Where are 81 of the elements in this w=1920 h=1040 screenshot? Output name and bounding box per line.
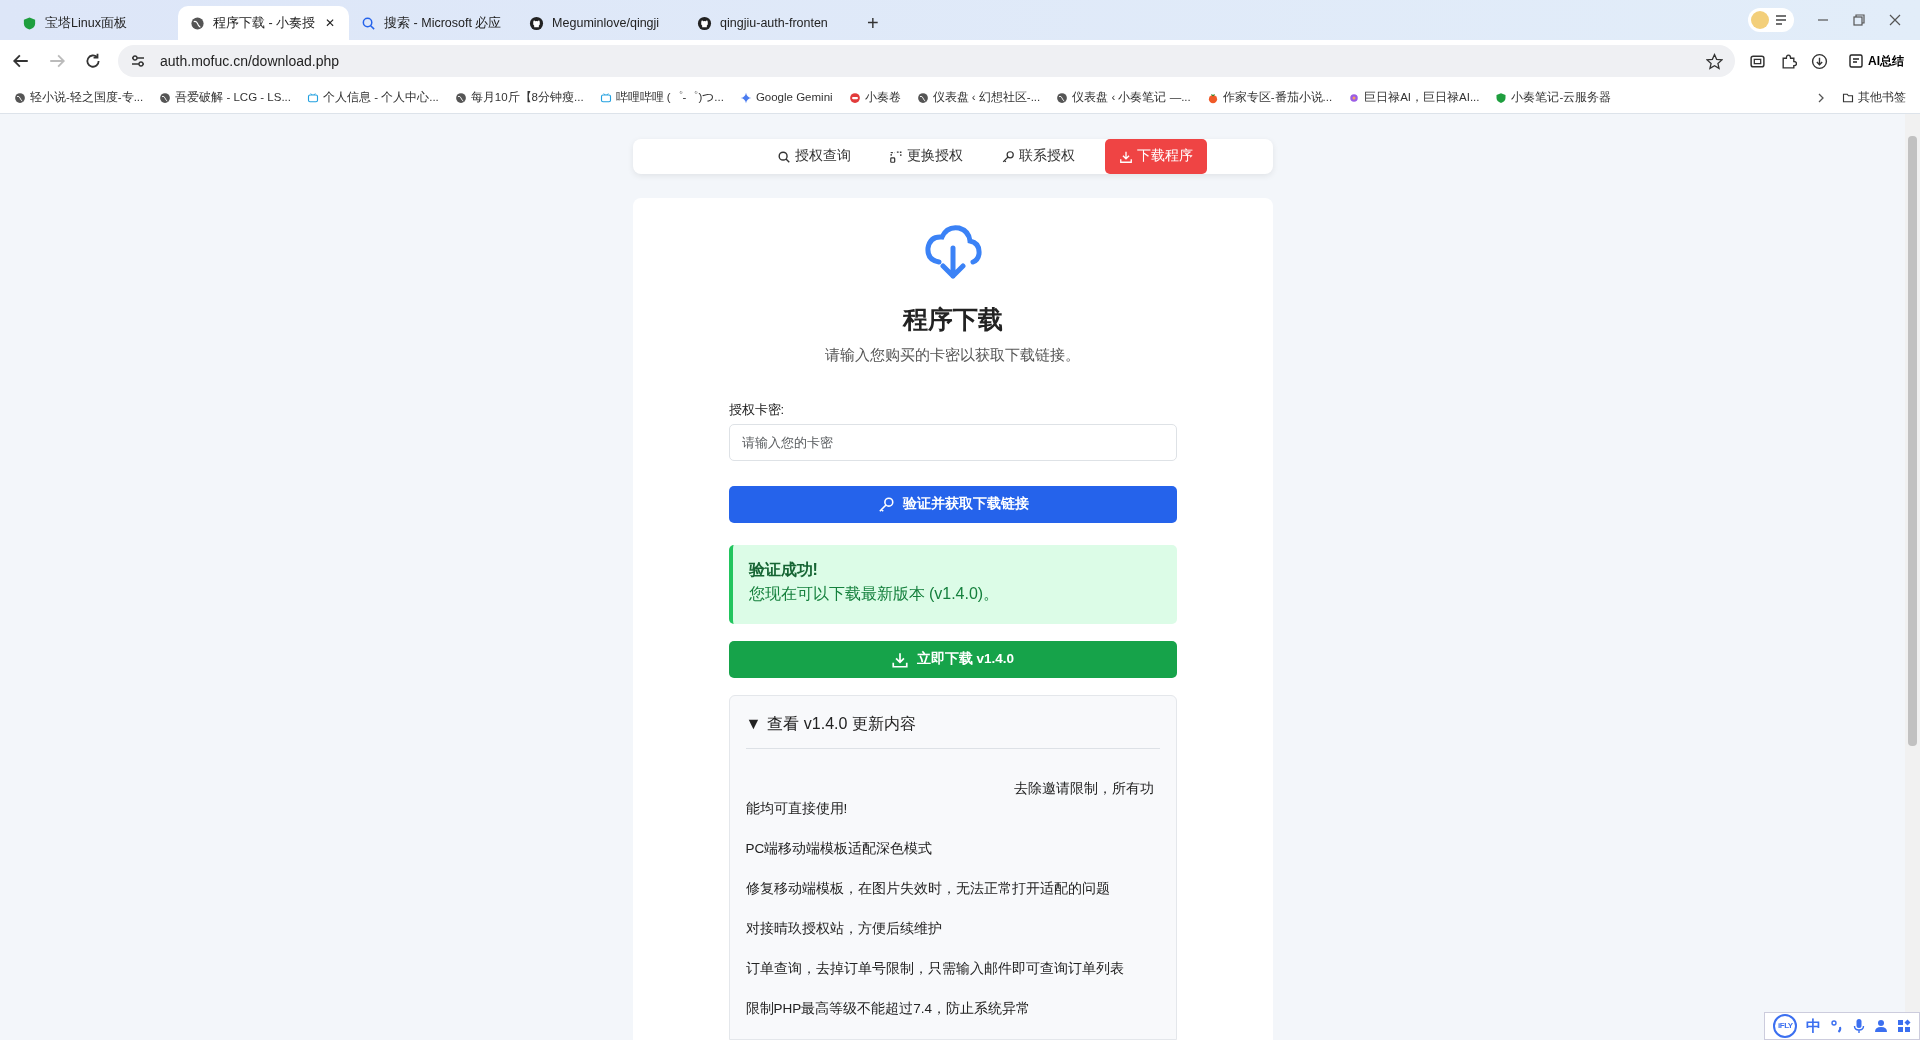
bookmark-item[interactable]: 小奏笔记-云服务器: [1495, 88, 1612, 107]
browser-tab[interactable]: 程序下载 - 小奏授 ✕: [178, 6, 350, 40]
globe-icon: [1056, 91, 1069, 104]
url-text: auth.mofuc.cn/download.php: [160, 51, 340, 71]
person-icon[interactable]: [1873, 1019, 1888, 1033]
changelog-item: 限制PHP最高等级不能超过7.4，防止系统异常: [745, 1000, 1032, 1018]
changelog-item: 订单查询，去掉订单号限制，只需输入邮件即可查询订单列表: [745, 960, 1125, 978]
scrollbar-thumb[interactable]: [1908, 136, 1917, 746]
nav-link[interactable]: 授权查询: [768, 139, 859, 174]
bookmark-item[interactable]: Google Gemini: [739, 88, 833, 107]
grid-icon[interactable]: [1896, 1019, 1911, 1033]
close-tab-button[interactable]: ✕: [323, 14, 338, 32]
folder-icon: [1842, 91, 1854, 104]
browser-tab[interactable]: qingjiu-auth-fronten: [685, 6, 854, 40]
avatar-icon[interactable]: [1748, 8, 1794, 32]
close-icon[interactable]: [1888, 13, 1902, 27]
restore-icon[interactable]: [1852, 13, 1866, 27]
bookmark-item[interactable]: 每月10斤【8分钟瘦...: [454, 88, 584, 107]
flower-icon: [1348, 91, 1361, 104]
page-title: 程序下载: [902, 304, 1003, 334]
search-icon: [361, 15, 377, 31]
bookmark-item[interactable]: 个人信息 - 个人中心...: [307, 88, 439, 107]
browser-tab[interactable]: 宝塔Linux面板: [10, 6, 178, 40]
alert-message: 您现在可以下载最新版本 (v1.4.0)。: [748, 584, 1001, 604]
changelog-item: 修复移动端模板，在图片失效时，无法正常打开适配的问题: [745, 880, 1111, 898]
download-icon: [1118, 149, 1133, 164]
bookmark-item[interactable]: 仪表盘 ‹ 幻想社区-...: [916, 88, 1041, 107]
forward-arrow-icon: [48, 52, 66, 70]
tv-icon: [599, 91, 612, 104]
new-tab-button[interactable]: +: [861, 6, 885, 40]
search-icon: [776, 149, 791, 164]
globe-icon: [159, 91, 172, 104]
changelog-item: 去除邀请限制，所有功能均可直接使用!: [745, 780, 1155, 818]
puzzle-icon[interactable]: [1780, 52, 1797, 70]
cloud-download-icon: [922, 224, 983, 282]
document-icon: [1848, 53, 1864, 69]
page-subtitle: 请输入您购买的卡密以获取下载链接。: [825, 345, 1080, 365]
field-label: 授权卡密:: [728, 400, 786, 419]
bookmark-item[interactable]: 小奏卷: [848, 88, 901, 107]
nav-link[interactable]: 联系授权: [992, 139, 1083, 174]
verify-button[interactable]: 验证并获取下载链接: [728, 486, 1177, 523]
tv-icon: [307, 91, 319, 104]
ime-logo[interactable]: iFLY: [1773, 1014, 1798, 1038]
star-icon[interactable]: [1706, 52, 1723, 70]
nav-link[interactable]: 更换授权: [880, 139, 971, 174]
chevron-right-icon[interactable]: [1816, 91, 1826, 104]
card-key-field[interactable]: 请输入您的卡密: [728, 424, 1177, 461]
bookmark-item[interactable]: 作家专区-番茄小说...: [1206, 88, 1333, 107]
globe-icon: [916, 91, 929, 104]
globe-icon: [454, 91, 467, 104]
key-icon: [876, 495, 895, 514]
globe-icon: [190, 15, 205, 31]
microphone-icon[interactable]: [1852, 1018, 1865, 1034]
browser-tab[interactable]: Meguminlove/qingji: [517, 6, 686, 40]
bookmark-item[interactable]: 仪表盘 ‹ 小奏笔记 —...: [1056, 88, 1191, 107]
site-settings-icon[interactable]: [130, 53, 146, 69]
download-circle-icon[interactable]: [1811, 52, 1828, 70]
screenshot-icon[interactable]: [1749, 52, 1766, 70]
key-icon: [1000, 149, 1015, 164]
bookmark-item[interactable]: 哔哩哔哩 (゜-゜)つ...: [599, 88, 724, 107]
bookmark-item[interactable]: 巨日禄AI，巨日禄AI...: [1348, 88, 1480, 107]
shield-icon: [1495, 91, 1508, 104]
changelog-item: PC端移动端模板适配深色模式: [745, 840, 934, 858]
sparkle-icon: [739, 91, 752, 104]
browser-tab[interactable]: 搜索 - Microsoft 必应: [349, 6, 518, 40]
ime-mode[interactable]: 中: [1806, 1014, 1822, 1038]
tomato-icon: [1206, 91, 1219, 104]
download-icon: [890, 650, 909, 669]
other-bookmarks-button[interactable]: 其他书签: [1842, 88, 1906, 107]
shield-icon: [22, 15, 37, 31]
address-bar[interactable]: auth.mofuc.cn/download.php: [118, 45, 1735, 77]
nav-link[interactable]: 下载程序: [1104, 139, 1207, 174]
reload-icon: [84, 52, 102, 70]
changelog-item: 对接晴玖授权站，方便后续维护: [745, 920, 943, 938]
bookmark-item[interactable]: 吾爱破解 - LCG - LS...: [159, 88, 291, 107]
changelog-toggle[interactable]: ▼ 查看 v1.4.0 更新内容: [745, 706, 916, 742]
bookmark-item[interactable]: 轻小说-轻之国度-专...: [14, 88, 144, 107]
globe-icon: [14, 91, 26, 104]
alert-title: 验证成功!: [748, 560, 819, 580]
ai-summary-button[interactable]: AI总结: [1842, 51, 1910, 71]
back-arrow-icon: [12, 52, 30, 70]
